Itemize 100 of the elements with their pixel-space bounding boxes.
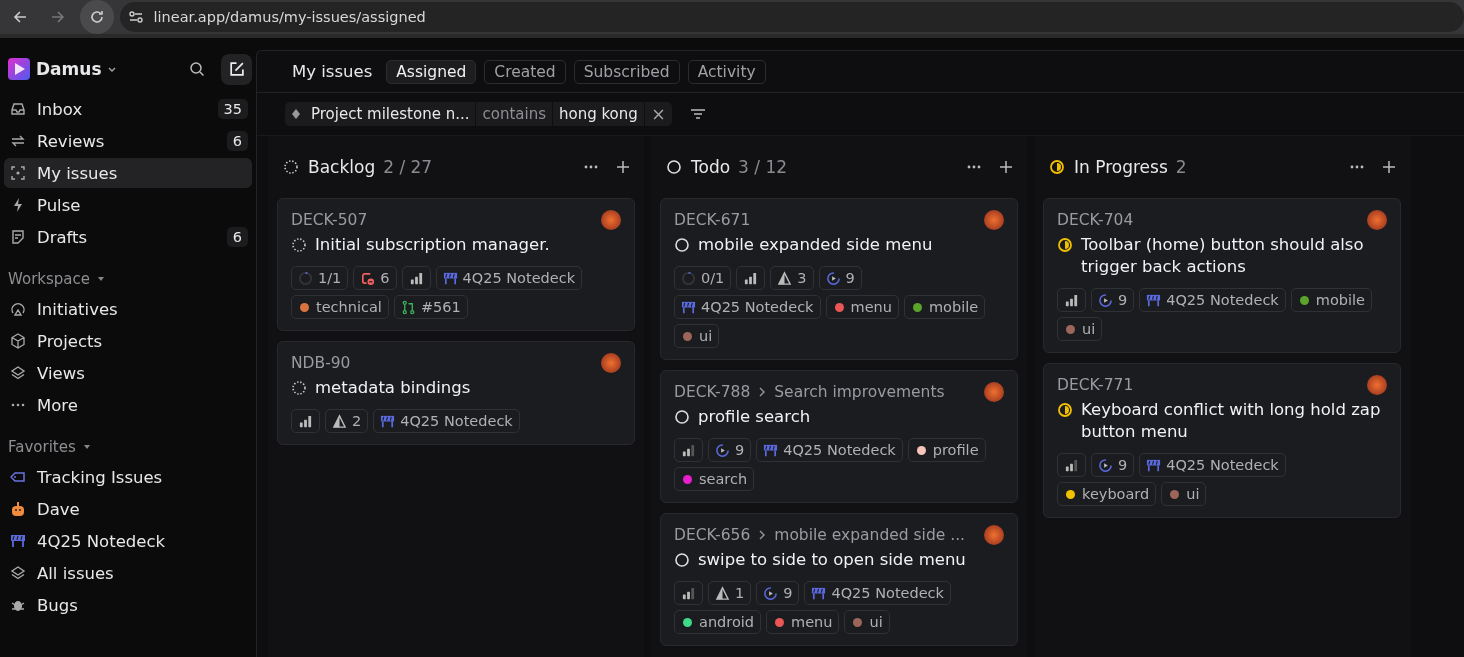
label-tag[interactable]: ui [844,610,890,634]
add-icon[interactable] [1381,159,1397,175]
property-chip[interactable]: 9 [818,266,862,290]
property-chip[interactable]: 9 [1091,453,1135,477]
cycle-icon [1098,457,1113,473]
property-chip[interactable]: 6 [353,266,397,290]
property-chip[interactable]: 9 [708,438,752,462]
sidebar-item[interactable]: 4Q25 Notedeck [4,526,252,556]
add-icon[interactable] [615,159,631,175]
issue-card[interactable]: DECK-671 mobile expanded side menu 0/1 3 9 4Q25 Notedeck menu mobile ui [660,198,1018,360]
sidebar-item[interactable]: My issues [4,158,252,188]
property-chip[interactable]: 1/1 [291,266,349,290]
issue-card[interactable]: NDB-90 metadata bindings 2 4Q25 Notedeck [277,341,635,445]
new-issue-button[interactable] [221,53,252,85]
property-chip[interactable]: 1 [708,581,752,605]
site-settings-icon[interactable] [127,9,144,25]
project-tag[interactable]: 4Q25 Notedeck [435,266,583,290]
priority-icon [681,585,696,601]
property-chip[interactable] [291,409,320,433]
label-tag[interactable]: search [674,467,755,491]
sidebar-item[interactable]: Projects [4,326,252,356]
label-tag[interactable]: keyboard [1057,482,1157,506]
caret-icon[interactable] [97,275,105,283]
issue-title: swipe to side to open side menu [698,549,966,571]
chevron-right-icon [758,530,767,540]
view-tab[interactable]: Activity [687,59,766,84]
sidebar-item[interactable]: Bugs [4,590,252,620]
view-tab[interactable]: Assigned [386,59,477,84]
property-chip[interactable] [1057,453,1086,477]
caret-icon[interactable] [82,443,91,451]
property-chip[interactable]: #561 [393,295,468,319]
issue-card[interactable]: DECK-507 Initial subscription manager. 1/1 6 4Q25 Notedeck technical #561 [277,198,635,331]
address-bar[interactable]: linear.app/damus/my-issues/assigned [119,2,1464,32]
status-icon [1057,402,1073,418]
sidebar-item[interactable]: Drafts 6 [4,222,252,252]
issue-id: DECK-671 [674,211,751,229]
property-chip[interactable]: 0/1 [674,266,732,290]
count-badge: 6 [226,131,248,151]
issue-id: DECK-656 [674,526,751,544]
sidebar-item[interactable]: Reviews 6 [4,126,252,156]
sidebar-item[interactable]: All issues [4,558,252,588]
filter-icon[interactable] [689,106,706,122]
blocked-icon [360,270,376,286]
parent-issue[interactable]: mobile expanded side ... [774,526,965,544]
label-tag[interactable]: technical [291,295,389,319]
property-chip[interactable] [736,266,766,290]
filter-field[interactable]: Project milestone n... [285,102,477,126]
section-title[interactable]: Workspace [8,270,90,288]
barrier-icon [1146,292,1162,308]
project-tag[interactable]: 4Q25 Notedeck [1139,288,1286,312]
search-icon[interactable] [189,61,205,77]
filter-value[interactable]: hong kong [552,102,645,126]
sidebar-item[interactable]: Dave [4,494,252,524]
target-icon [10,301,26,317]
property-chip[interactable]: 3 [770,266,814,290]
label-tag[interactable]: menu [766,610,840,634]
issue-title: mobile expanded side menu [698,234,933,256]
label-tag[interactable]: mobile [903,295,986,319]
label-tag[interactable]: menu [825,295,899,319]
label-tag[interactable]: ui [1161,482,1207,506]
property-chip[interactable] [674,581,703,605]
add-icon[interactable] [998,159,1014,175]
label-tag[interactable]: mobile [1290,288,1372,312]
view-tab[interactable]: Created [484,59,566,84]
property-chip[interactable] [674,438,703,462]
label-tag[interactable]: profile [907,438,986,462]
label-tag[interactable]: ui [1057,317,1103,341]
issue-id: DECK-788 [674,383,751,401]
issue-card[interactable]: DECK-788 Search improvements profile search 9 4Q25 Notedeck profile search [660,370,1018,503]
sidebar-item[interactable]: Pulse [4,190,252,220]
issue-card[interactable]: DECK-656 mobile expanded side ... swipe to side to open side menu 1 9 4Q25 Notedeck android menu ui [660,513,1018,646]
status-icon [1049,159,1065,175]
sidebar-item[interactable]: Tracking Issues [4,462,252,492]
section-title[interactable]: Favorites [8,438,76,456]
reload-button[interactable] [79,0,114,34]
property-chip[interactable]: 2 [325,409,369,433]
workspace-name[interactable]: Damus [36,59,102,79]
parent-issue[interactable]: Search improvements [774,383,945,401]
sidebar-item[interactable]: Initiatives [4,294,252,324]
project-tag[interactable]: 4Q25 Notedeck [373,409,520,433]
issue-title: Initial subscription manager. [315,234,550,256]
view-tab[interactable]: Subscribed [573,59,680,84]
priority-icon [1064,457,1079,473]
project-tag[interactable]: 4Q25 Notedeck [1139,453,1286,477]
property-chip[interactable]: 9 [756,581,800,605]
property-chip[interactable] [401,266,431,290]
layers-icon [10,565,26,581]
property-chip[interactable] [1057,288,1086,312]
sidebar-item[interactable]: Views [4,358,252,388]
property-chip[interactable]: 9 [1091,288,1135,312]
project-tag[interactable]: 4Q25 Notedeck [674,295,821,319]
label-tag[interactable]: android [674,610,762,634]
project-tag[interactable]: 4Q25 Notedeck [804,581,951,605]
sidebar-item[interactable]: Inbox 35 [4,94,252,124]
label-tag[interactable]: ui [674,324,720,348]
issue-card[interactable]: DECK-771 Keyboard conflict with long hold zap button menu 9 4Q25 Notedeck keyboard ui [1043,363,1401,518]
filter-operator[interactable]: contains [476,102,553,126]
issue-card[interactable]: DECK-704 Toolbar (home) button should also trigger back actions 9 4Q25 Notedeck mobile ui [1043,198,1401,353]
project-tag[interactable]: 4Q25 Notedeck [756,438,903,462]
sidebar-item[interactable]: More [4,390,252,420]
